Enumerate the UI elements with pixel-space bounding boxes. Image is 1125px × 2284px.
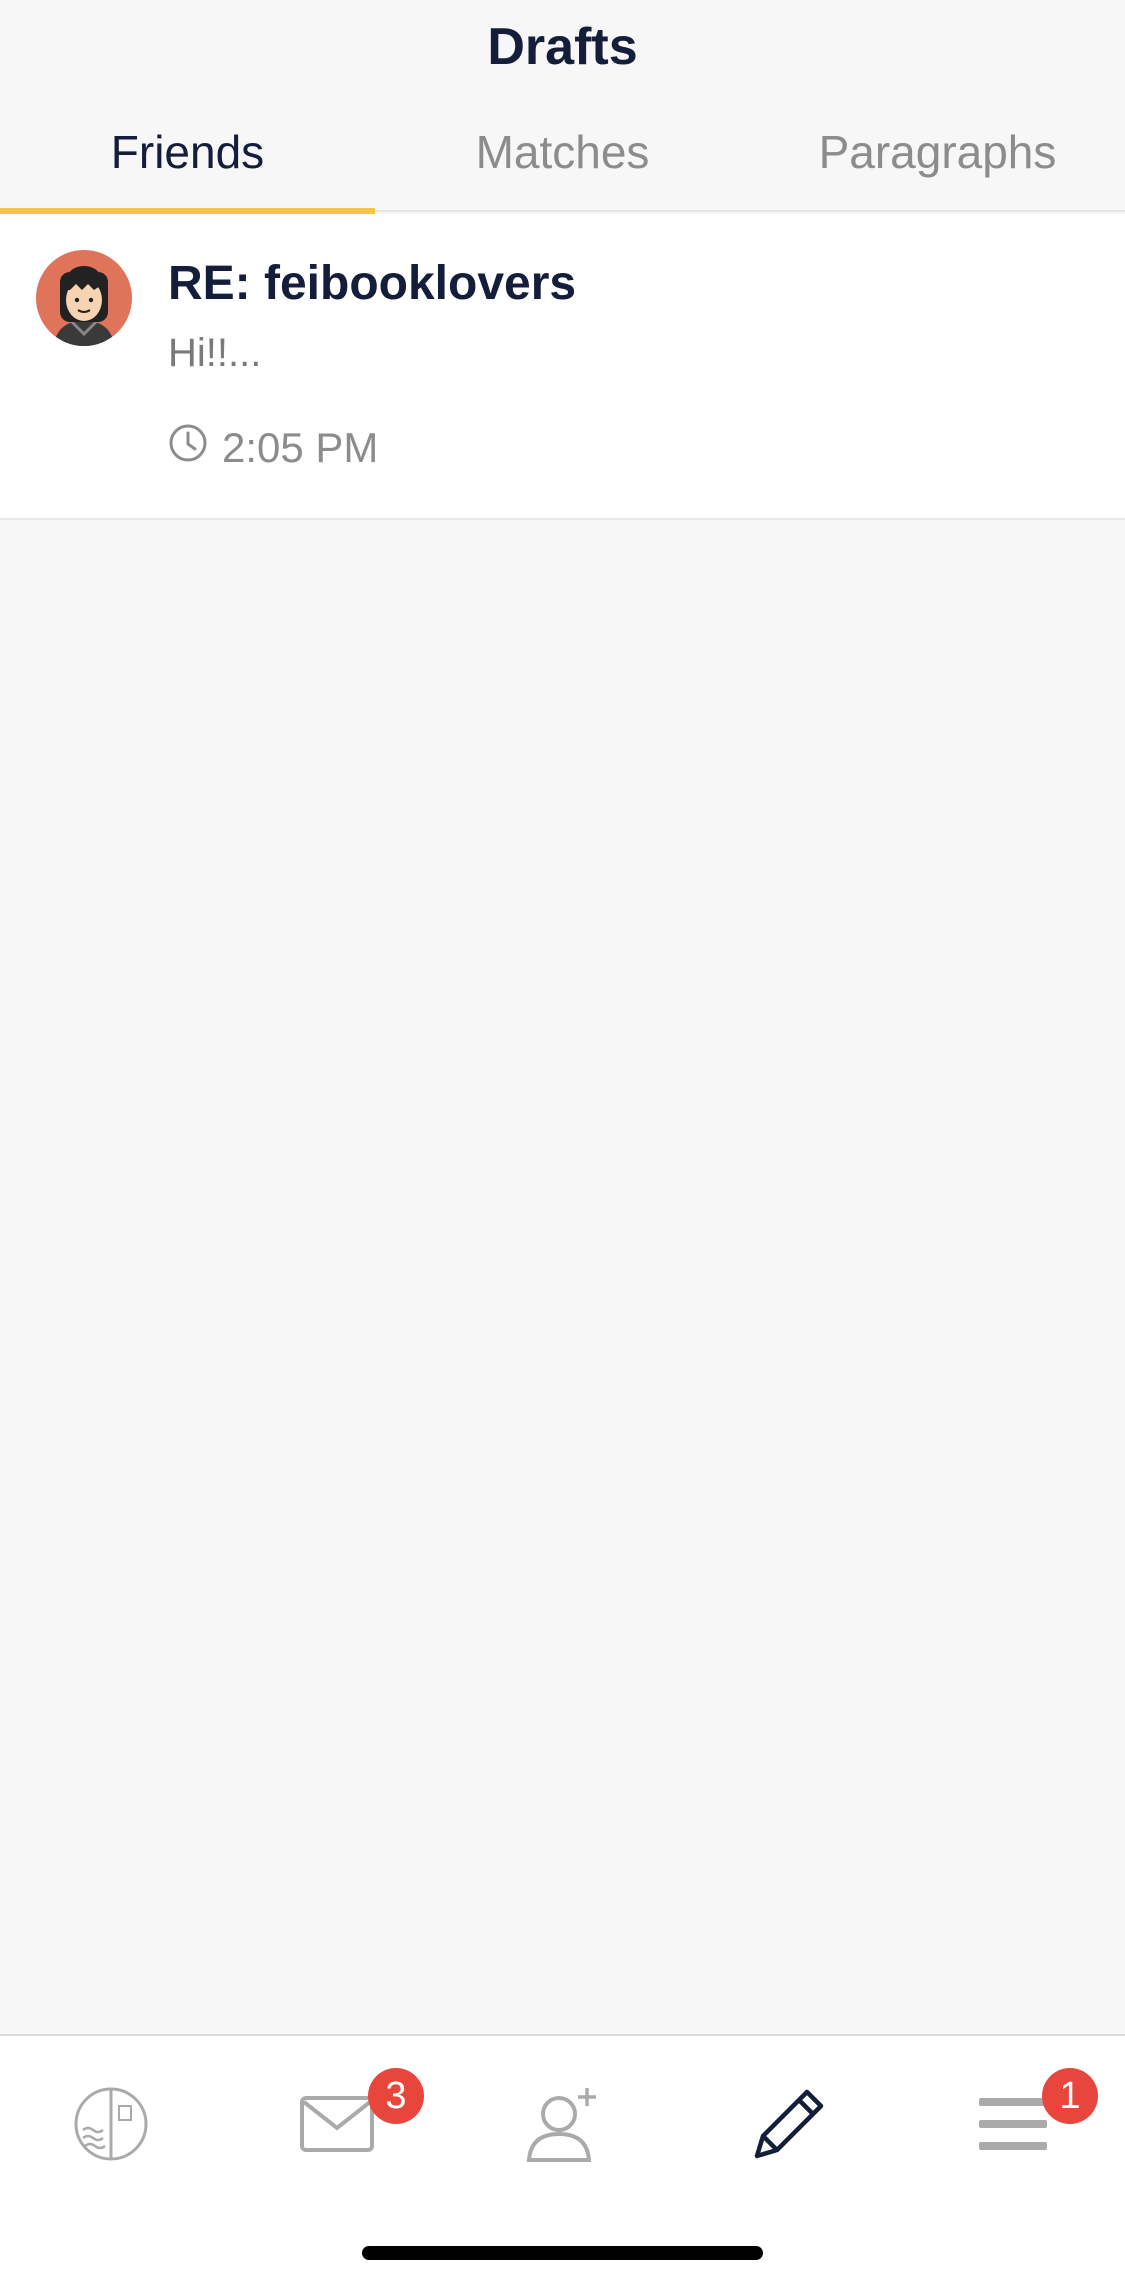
- nav-stamp-button[interactable]: [56, 2076, 166, 2176]
- draft-time-text: 2:05 PM: [222, 424, 379, 471]
- draft-list-item[interactable]: RE: feibooklovers Hi!!... 2:05 PM: [0, 214, 1125, 520]
- clock-icon: [168, 423, 208, 473]
- add-friend-icon: [523, 2084, 603, 2169]
- nav-add-friend-button[interactable]: [508, 2076, 618, 2176]
- mail-badge: 3: [368, 2068, 424, 2124]
- nav-menu-button[interactable]: 1: [958, 2068, 1098, 2176]
- draft-subject: RE: feibooklovers: [168, 257, 577, 310]
- draft-timestamp: 2:05 PM: [168, 422, 378, 474]
- avatar-icon: [36, 250, 132, 346]
- page-title: Drafts: [487, 18, 638, 76]
- pencil-icon: [749, 2084, 829, 2169]
- tab-paragraphs[interactable]: Paragraphs: [750, 120, 1125, 212]
- draft-preview: Hi!!...: [168, 331, 262, 375]
- nav-compose-button[interactable]: [734, 2076, 844, 2176]
- nav-mail-button[interactable]: 3: [282, 2068, 424, 2176]
- tab-matches[interactable]: Matches: [375, 120, 750, 212]
- menu-icon: [977, 2094, 1049, 2159]
- home-indicator: [362, 2246, 763, 2260]
- tab-friends[interactable]: Friends: [0, 120, 375, 214]
- header: Drafts Friends Matches Paragraphs: [0, 0, 1125, 214]
- tab-bar: Friends Matches Paragraphs: [0, 120, 1125, 214]
- menu-badge: 1: [1042, 2068, 1098, 2124]
- mail-icon: [299, 2094, 375, 2159]
- stamp-icon: [73, 2086, 149, 2167]
